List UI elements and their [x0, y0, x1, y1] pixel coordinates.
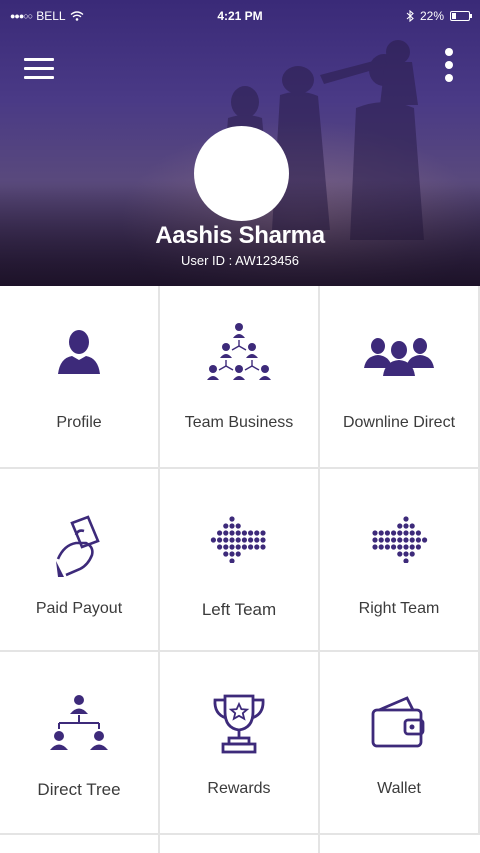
menu-item-label: Left Team: [201, 600, 277, 619]
menu-item-label: Profile: [56, 414, 102, 431]
menu-item-label: Team Business: [184, 414, 294, 431]
group-users-icon: [364, 338, 434, 376]
status-time: 4:21 PM: [217, 9, 263, 23]
dotted-arrow-left-icon: [210, 516, 266, 563]
menu-item-partial[interactable]: [0, 835, 160, 853]
user-name: Aashis Sharma: [155, 222, 325, 249]
menu-item-label: Wallet: [377, 780, 421, 797]
vertical-ellipsis-icon[interactable]: [440, 48, 458, 86]
menu-item-partial[interactable]: [160, 835, 320, 853]
menu-item-paid-payout[interactable]: Paid Payout: [0, 469, 160, 652]
menu-item-label: Rewards: [207, 780, 271, 797]
profile-header: ●●●○○ BELL 4:21 PM 22% Aashis Sharma Use…: [0, 0, 480, 286]
trophy-icon: [213, 694, 265, 754]
hierarchy-tree-icon: [50, 695, 108, 750]
menu-item-left-team[interactable]: Left Team: [160, 469, 320, 652]
user-icon: [58, 330, 100, 374]
menu-item-downline-direct[interactable]: Downline Direct: [320, 286, 480, 469]
menu-item-profile[interactable]: Profile: [0, 286, 160, 469]
hamburger-menu-icon[interactable]: [24, 58, 54, 82]
battery-icon: [450, 11, 472, 21]
menu-grid: Profile Team Business Downline Direct Pa…: [0, 286, 480, 853]
menu-item-label: Paid Payout: [35, 600, 123, 617]
user-id: User ID : AW123456: [180, 253, 299, 268]
menu-item-team-business[interactable]: Team Business: [160, 286, 320, 469]
status-bar: ●●●○○ BELL 4:21 PM 22%: [0, 0, 480, 32]
menu-item-wallet[interactable]: Wallet: [320, 652, 480, 835]
menu-item-partial[interactable]: [320, 835, 480, 853]
menu-item-rewards[interactable]: Rewards: [160, 652, 320, 835]
menu-item-direct-tree[interactable]: Direct Tree: [0, 652, 160, 835]
menu-item-label: Right Team: [358, 600, 440, 617]
team-network-icon: [207, 323, 271, 380]
menu-item-label: Downline Direct: [342, 414, 456, 431]
menu-item-right-team[interactable]: Right Team: [320, 469, 480, 652]
avatar[interactable]: [194, 126, 289, 221]
dotted-arrow-right-icon: [372, 516, 428, 563]
hand-money-icon: [56, 515, 100, 577]
wallet-icon: [371, 696, 425, 748]
menu-item-label: Direct Tree: [37, 780, 121, 799]
